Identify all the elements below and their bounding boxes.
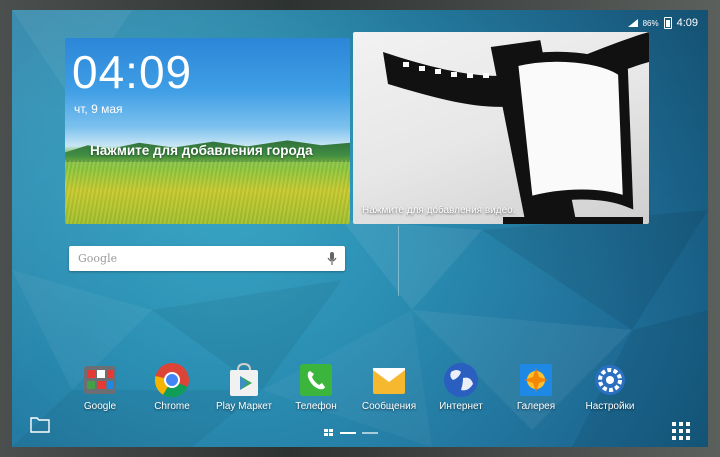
- phone-icon: [298, 362, 334, 398]
- app-label: Телефон: [295, 401, 337, 412]
- app-label: Сообщения: [361, 401, 417, 412]
- app-play-market[interactable]: Play Маркет: [212, 362, 276, 412]
- status-time: 4:09: [676, 17, 698, 29]
- battery-percent: 86%: [642, 18, 659, 28]
- status-bar: 86% 4:09: [627, 16, 698, 30]
- messages-icon: [371, 362, 407, 398]
- light-reflection: [398, 226, 399, 296]
- apps-grid-icon[interactable]: [672, 422, 690, 440]
- app-gallery[interactable]: Галерея: [504, 362, 568, 412]
- app-internet[interactable]: Интернет: [429, 362, 493, 412]
- app-phone[interactable]: Телефон: [284, 362, 348, 412]
- microphone-icon[interactable]: [327, 252, 337, 266]
- signal-icon: [627, 19, 638, 27]
- app-label: Google: [83, 401, 117, 412]
- page-dot: [362, 432, 378, 434]
- gear-icon: [592, 362, 628, 398]
- search-placeholder: Google: [78, 252, 118, 265]
- grass-field: [65, 160, 350, 224]
- app-messages[interactable]: Сообщения: [357, 362, 421, 412]
- widget-date: чт, 9 мая: [74, 102, 123, 116]
- google-search-bar[interactable]: Google: [69, 246, 345, 271]
- add-city-hint[interactable]: Нажмите для добавления города: [90, 143, 313, 158]
- home-grid-icon: [324, 429, 333, 436]
- chrome-icon: [154, 362, 190, 398]
- folder-icon: [82, 362, 118, 398]
- app-label: Chrome: [154, 401, 190, 412]
- play-store-icon: [226, 362, 262, 398]
- app-label: Галерея: [516, 401, 556, 412]
- app-chrome[interactable]: Chrome: [140, 362, 204, 412]
- globe-icon: [443, 362, 479, 398]
- widget-clock: 04:09: [72, 46, 193, 98]
- folder-icon[interactable]: [30, 415, 50, 433]
- film-strip-image: [383, 32, 649, 224]
- app-label: Интернет: [439, 401, 483, 412]
- battery-icon: [663, 17, 672, 29]
- app-dock: Google Chrome Play Маркет Телефон Сообще…: [12, 362, 708, 422]
- page-indicator[interactable]: [324, 429, 378, 437]
- weather-clock-widget[interactable]: 04:09 чт, 9 мая Нажмите для добавления г…: [65, 38, 350, 224]
- video-widget[interactable]: Нажмите для добавления видео.: [353, 32, 649, 224]
- home-screen: 86% 4:09 04:09 чт, 9 мая Нажмите для доб…: [12, 10, 708, 447]
- app-settings[interactable]: Настройки: [578, 362, 642, 412]
- page-dot-active: [340, 432, 356, 434]
- app-label: Настройки: [585, 401, 635, 412]
- add-video-hint[interactable]: Нажмите для добавления видео.: [362, 205, 515, 216]
- app-google[interactable]: Google: [68, 362, 132, 412]
- gallery-icon: [518, 362, 554, 398]
- app-label: Play Маркет: [215, 401, 273, 412]
